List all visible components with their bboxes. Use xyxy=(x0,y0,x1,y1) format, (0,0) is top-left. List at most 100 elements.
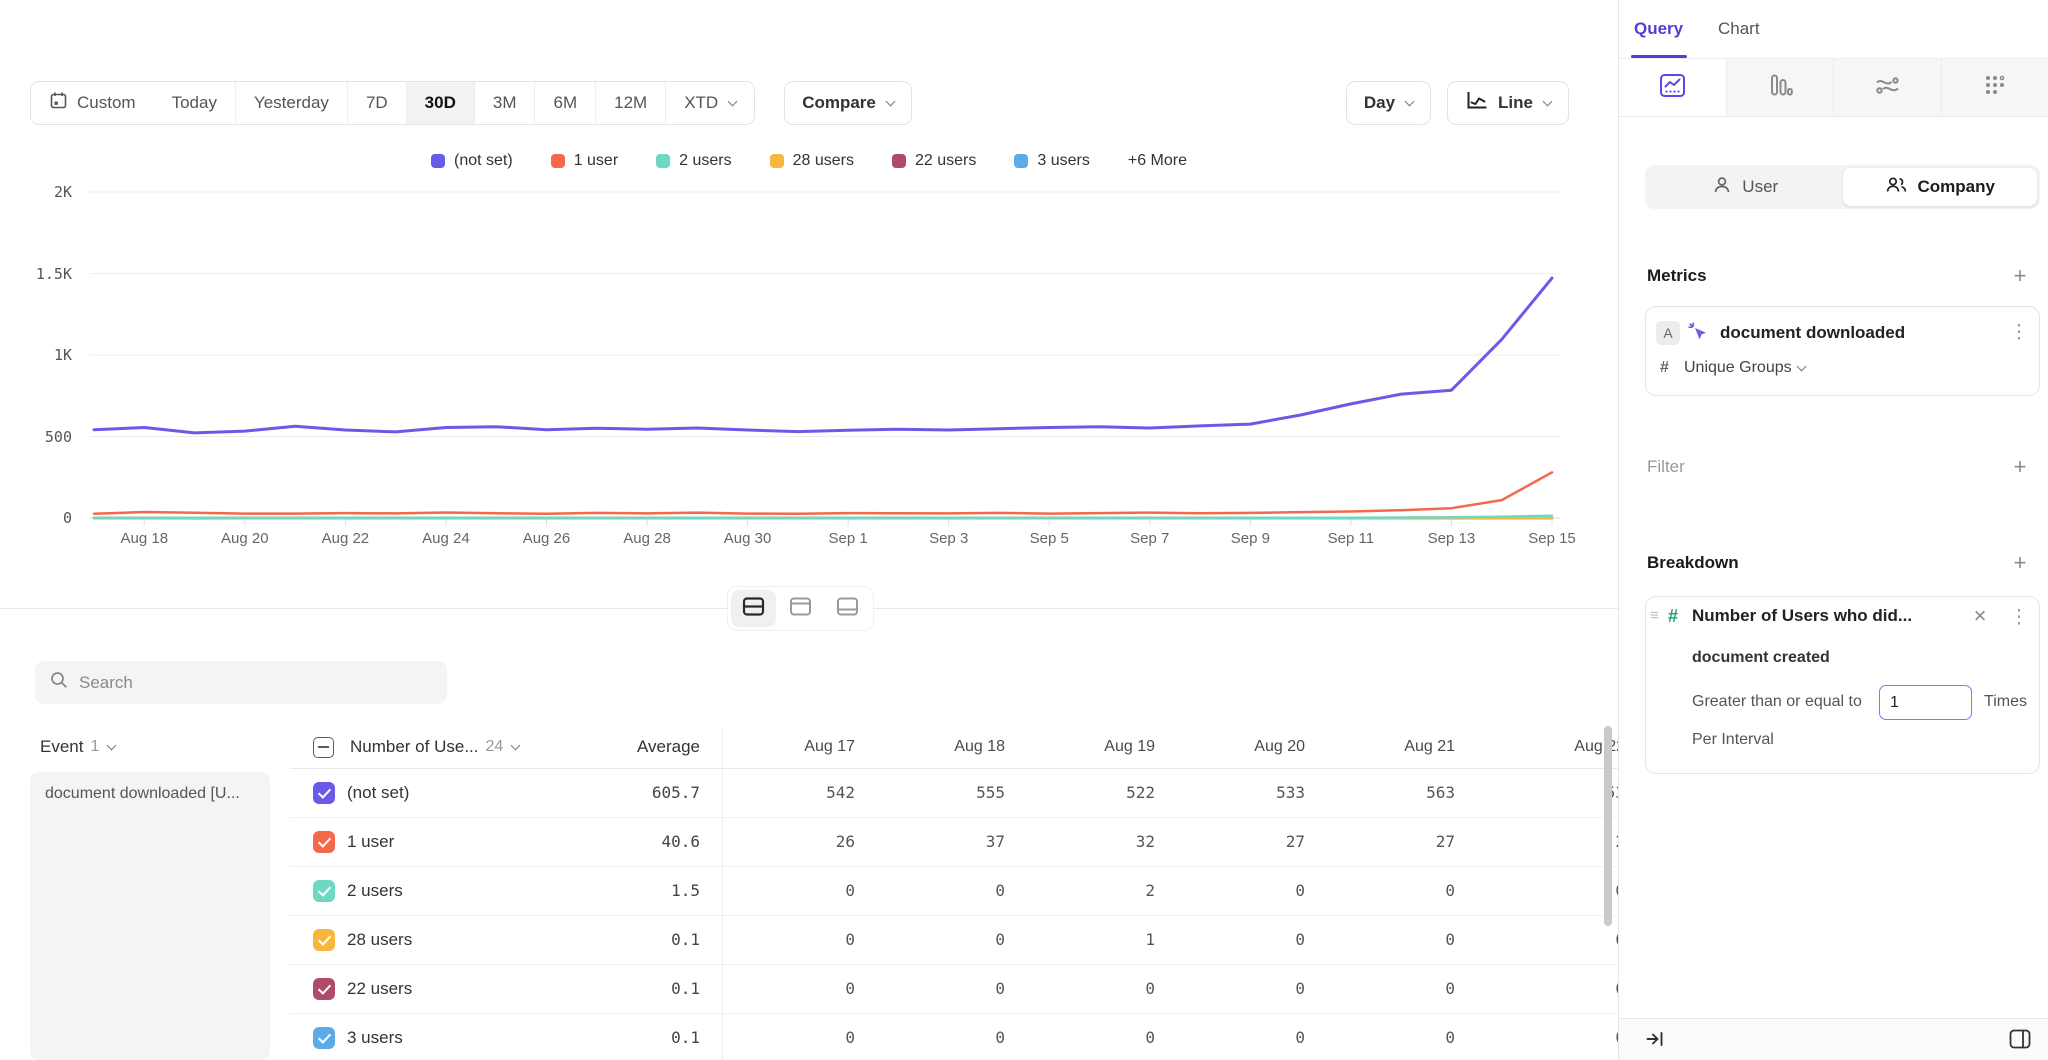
compare-button[interactable]: Compare xyxy=(784,81,912,125)
layout-bottom-button[interactable] xyxy=(825,590,870,627)
add-metric-button[interactable]: + xyxy=(2008,264,2032,288)
x-axis-tick-label: Sep 1 xyxy=(829,530,868,547)
breakdown-condition-label[interactable]: Greater than or equal to xyxy=(1692,693,1862,711)
cell-value: 0 xyxy=(1325,965,1455,1013)
chart-type-line-button[interactable] xyxy=(1619,59,1726,116)
series-label: 28 users xyxy=(347,916,412,964)
drag-handle-icon[interactable]: ≡ xyxy=(1650,607,1659,624)
series-line[interactable] xyxy=(94,472,1552,513)
filter-heading: Filter xyxy=(1647,457,1685,477)
chevron-down-icon xyxy=(1543,96,1553,106)
date-range-xtd[interactable]: XTD xyxy=(665,82,754,124)
x-axis-tick-label: Sep 7 xyxy=(1130,530,1169,547)
date-range-3m[interactable]: 3M xyxy=(474,82,535,124)
tab-chart[interactable]: Chart xyxy=(1718,0,1760,58)
cell-value: 0 xyxy=(1175,916,1305,964)
date-range-12m[interactable]: 12M xyxy=(595,82,665,124)
cell-value: 2 xyxy=(1475,818,1618,866)
breakdown-event-name[interactable]: document created xyxy=(1692,649,1830,667)
series-line[interactable] xyxy=(94,516,1552,518)
breakdown-kebab-icon[interactable]: ⋮ xyxy=(2009,606,2029,629)
series-checkbox[interactable] xyxy=(313,978,335,1000)
breakdown-card[interactable]: ≡ # Number of Users who did... × ⋮ docum… xyxy=(1645,596,2040,774)
legend-item[interactable]: 2 users xyxy=(656,152,731,170)
series-checkbox[interactable] xyxy=(313,929,335,951)
line-chart-boxed-icon xyxy=(1659,73,1686,103)
breakdown-value-input[interactable] xyxy=(1879,685,1972,720)
cell-value: 0 xyxy=(1325,1014,1455,1060)
x-axis-tick-label: Aug 22 xyxy=(322,530,370,547)
x-axis-labels: Aug 18Aug 20Aug 22Aug 24Aug 26Aug 28Aug … xyxy=(90,530,1560,552)
cell-value: 27 xyxy=(1325,818,1455,866)
interval-label: Day xyxy=(1364,93,1395,113)
cell-value: 0 xyxy=(725,1014,855,1060)
series-checkbox[interactable] xyxy=(313,831,335,853)
date-range-30d[interactable]: 30D xyxy=(406,82,474,124)
layout-split-button[interactable] xyxy=(731,590,776,627)
chart-type-grid-button[interactable] xyxy=(1941,59,2048,116)
date-range-today[interactable]: Today xyxy=(154,82,235,124)
legend-swatch xyxy=(656,154,670,168)
aggregation-dropdown[interactable]: Unique Groups xyxy=(1684,355,1805,381)
legend-item[interactable]: (not set) xyxy=(431,152,513,170)
metric-kebab-icon[interactable]: ⋮ xyxy=(2009,321,2029,344)
average-value: 0.1 xyxy=(520,916,700,964)
user-icon xyxy=(1712,175,1732,200)
x-axis-tick-label: Aug 18 xyxy=(120,530,168,547)
date-range-custom[interactable]: Custom xyxy=(31,82,154,124)
line-chart-icon xyxy=(1465,90,1489,116)
legend-item[interactable]: 28 users xyxy=(770,152,854,170)
average-value: 1.5 xyxy=(520,867,700,915)
series-column-header[interactable]: Number of Use... 24 xyxy=(313,726,519,768)
layout-top-button[interactable] xyxy=(778,590,823,627)
date-range-6m[interactable]: 6M xyxy=(534,82,595,124)
y-axis-tick-label: 1K xyxy=(54,346,72,364)
cell-value: 0 xyxy=(875,916,1005,964)
date-range-yesterday[interactable]: Yesterday xyxy=(235,82,347,124)
chart-type-bar-button[interactable] xyxy=(1726,59,1834,116)
metric-event-name[interactable]: document downloaded xyxy=(1720,321,1905,345)
add-breakdown-button[interactable]: + xyxy=(2008,551,2032,575)
chart-type-dropdown[interactable]: Line xyxy=(1447,81,1569,125)
search-input[interactable] xyxy=(79,673,433,693)
date-range-custom-label: Custom xyxy=(77,93,136,113)
legend-item[interactable]: 1 user xyxy=(551,152,618,170)
toggle-company[interactable]: Company xyxy=(1843,168,2038,206)
series-checkbox[interactable] xyxy=(313,782,335,804)
legend-item[interactable]: 3 users xyxy=(1014,152,1089,170)
per-interval-label[interactable]: Per Interval xyxy=(1692,731,1774,749)
series-checkbox[interactable] xyxy=(313,1027,335,1049)
breakdown-property-name[interactable]: Number of Users who did... xyxy=(1692,606,1912,626)
event-name-cell[interactable]: document downloaded [U... xyxy=(30,772,270,1060)
cell-value: 0 xyxy=(1475,867,1618,915)
layout-top-icon xyxy=(789,596,812,622)
interval-dropdown[interactable]: Day xyxy=(1346,81,1431,125)
date-range-group: Custom TodayYesterday7D30D3M6M12M XTD xyxy=(30,81,755,125)
legend-more-label[interactable]: +6 More xyxy=(1128,152,1187,170)
line-chart[interactable] xyxy=(90,185,1560,530)
add-filter-button[interactable]: + xyxy=(2008,455,2032,479)
date-range-7d[interactable]: 7D xyxy=(347,82,406,124)
layout-bottom-icon xyxy=(836,596,859,622)
select-all-checkbox[interactable] xyxy=(313,737,334,758)
close-icon[interactable]: × xyxy=(1969,603,1991,629)
tab-query[interactable]: Query xyxy=(1634,0,1683,58)
cell-value: 0 xyxy=(1475,1014,1618,1060)
chart-type-flow-button[interactable] xyxy=(1833,59,1941,116)
company-icon xyxy=(1885,175,1908,200)
vertical-scrollbar[interactable] xyxy=(1604,726,1612,926)
metric-card[interactable]: A document downloaded ⋮ # Unique Groups xyxy=(1645,306,2040,396)
event-column-header[interactable]: Event 1 xyxy=(40,726,115,768)
toggle-user[interactable]: User xyxy=(1648,168,1843,206)
collapse-panel-icon[interactable] xyxy=(1645,1029,1667,1054)
toggle-sidebar-icon[interactable] xyxy=(2008,1028,2032,1055)
legend-item[interactable]: 22 users xyxy=(892,152,976,170)
series-label: 3 users xyxy=(347,1014,403,1060)
chevron-down-icon xyxy=(1405,96,1415,106)
chevron-down-icon xyxy=(728,96,738,106)
metric-letter-badge: A xyxy=(1656,321,1680,345)
y-axis-tick-label: 0 xyxy=(63,509,72,527)
table-row: 22 users0.1000000 xyxy=(290,965,1618,1014)
query-panel: Query Chart xyxy=(1618,0,2048,1060)
series-checkbox[interactable] xyxy=(313,880,335,902)
